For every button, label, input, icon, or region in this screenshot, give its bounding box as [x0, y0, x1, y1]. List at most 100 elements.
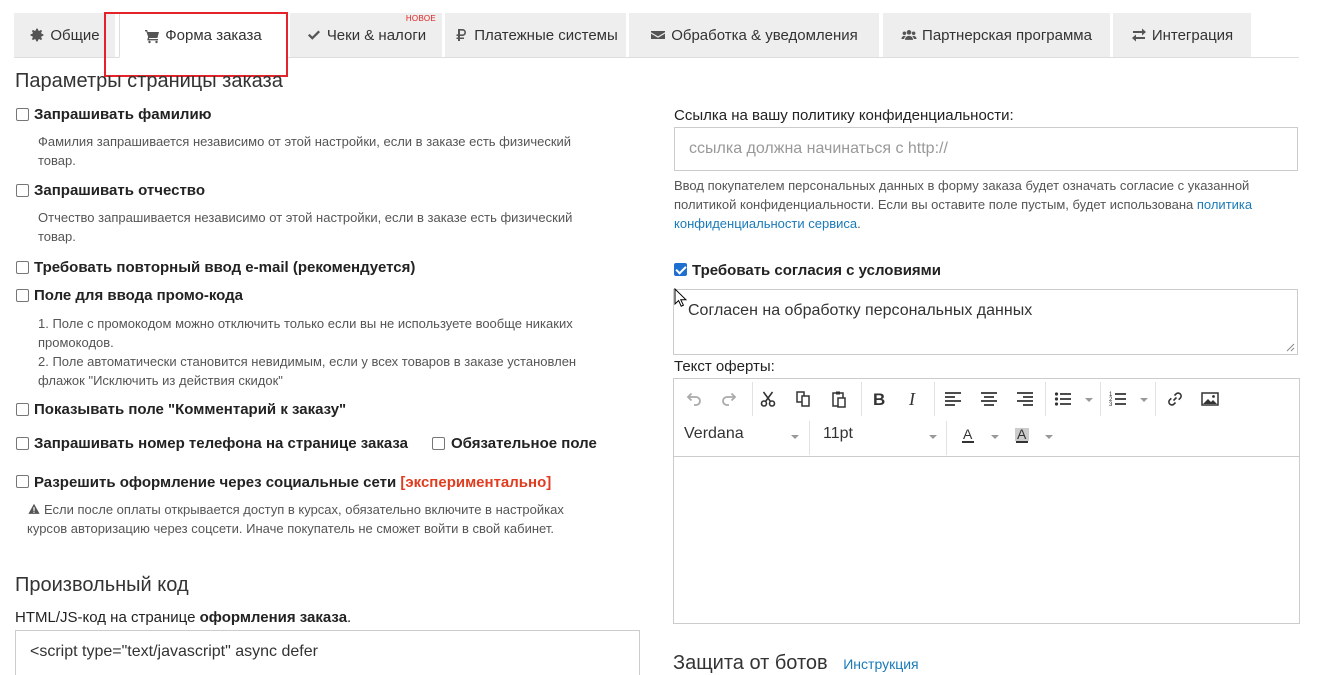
help-promo-code: 1. Поле с промокодом можно отключить тол… [38, 314, 638, 390]
numbered-list-icon[interactable]: 123 [1105, 386, 1131, 412]
font-family-dropdown-icon[interactable] [791, 435, 799, 439]
desc-suffix: . [347, 609, 352, 626]
custom-code-description: HTML/JS-код на странице оформления заказ… [15, 609, 351, 626]
help-line: 1. Поле с промокодом можно отключить тол… [38, 316, 573, 331]
toolbar-separator [934, 382, 935, 416]
help-request-surname: Фамилия запрашивается независимо от этой… [38, 132, 638, 170]
desc-bold: оформления заказа [199, 609, 348, 626]
privacy-policy-label: Ссылка на вашу политику конфиденциальнос… [674, 107, 1014, 124]
exchange-icon [1131, 28, 1146, 42]
redo-icon[interactable] [716, 386, 742, 412]
font-size-dropdown-icon[interactable] [929, 435, 937, 439]
custom-code-textarea[interactable]: <script type="text/javascript" async def… [15, 630, 640, 675]
resize-handle-icon[interactable] [1286, 343, 1295, 352]
ruble-icon [456, 29, 467, 41]
service-privacy-link[interactable]: политика [1197, 197, 1252, 212]
help-text: Если после оплаты открывается доступ в к… [44, 502, 564, 517]
editor-toolbar: B I 123 Verdana 11pt A A [674, 379, 1299, 457]
link-icon[interactable] [1162, 386, 1188, 412]
toolbar-separator [1100, 382, 1101, 416]
editor-content-area[interactable] [674, 457, 1299, 623]
font-family-select[interactable]: Verdana [684, 425, 744, 447]
privacy-policy-field[interactable] [674, 127, 1298, 171]
tab-label: Обработка & уведомления [671, 26, 858, 44]
background-color-dropdown-icon[interactable] [1045, 435, 1053, 439]
tab-payment-systems[interactable]: Платежные системы [445, 13, 626, 57]
svg-text:B: B [873, 390, 885, 409]
copy-icon[interactable] [790, 386, 816, 412]
font-size-select[interactable]: 11pt [823, 425, 853, 447]
font-color-dropdown-icon[interactable] [991, 435, 999, 439]
tab-partner-program[interactable]: Партнерская программа [883, 13, 1110, 57]
svg-text:A: A [963, 426, 973, 442]
desc-prefix: HTML/JS-код на странице [15, 609, 200, 626]
tab-general[interactable]: Общие [14, 13, 115, 57]
image-icon[interactable] [1197, 386, 1223, 412]
undo-icon[interactable] [681, 386, 707, 412]
numbered-list-dropdown-icon[interactable] [1140, 398, 1148, 402]
align-right-icon[interactable] [1012, 386, 1038, 412]
consent-text-field[interactable]: Согласен на обработку персональных данны… [673, 289, 1298, 355]
check-icon [307, 30, 320, 40]
toolbar-separator [752, 382, 753, 416]
checkbox-order-comment[interactable] [16, 403, 29, 416]
section-title-custom-code: Произвольный код [15, 574, 189, 596]
toolbar-separator [1155, 382, 1156, 416]
tab-label: Платежные системы [474, 26, 618, 44]
help-line: 2. Поле автоматически становится невидим… [38, 354, 577, 369]
italic-icon[interactable]: I [900, 386, 926, 412]
label-phone-required: Обязательное поле [451, 435, 597, 452]
experimental-tag: [экспериментально] [400, 474, 552, 491]
tab-label: Чеки & налоги [326, 26, 427, 44]
font-size-value: 11pt [823, 425, 853, 442]
tab-receipts-taxes[interactable]: НОВОЕ Чеки & налоги [290, 13, 442, 57]
label-require-consent: Требовать согласия с условиями [692, 262, 941, 279]
bot-instructions-link[interactable]: Инструкция [843, 656, 918, 672]
tab-order-form[interactable]: Форма заказа [119, 13, 287, 58]
checkbox-request-surname[interactable] [16, 108, 29, 121]
section-title-order-page: Параметры страницы заказа [15, 70, 283, 92]
toolbar-separator [809, 421, 810, 455]
tab-label: Партнерская программа [922, 26, 1092, 44]
social-login-text: Разрешить оформление через социальные се… [34, 474, 397, 491]
help-line: Ввод покупателем персональных данных в ф… [674, 178, 1250, 193]
bullet-list-dropdown-icon[interactable] [1085, 398, 1093, 402]
bot-protection-title-text: Защита от ботов [673, 652, 828, 674]
tab-processing-notifications[interactable]: Обработка & уведомления [629, 13, 879, 57]
help-line: товар. [38, 229, 76, 244]
checkbox-phone-required[interactable] [432, 437, 445, 450]
toolbar-separator [946, 421, 947, 455]
align-center-icon[interactable] [976, 386, 1002, 412]
offer-rich-text-editor: B I 123 Verdana 11pt A A [673, 378, 1300, 624]
consent-text-value: Согласен на обработку персональных данны… [688, 302, 1033, 319]
help-line: политикой конфиденциальности. Если вы ос… [674, 195, 1304, 214]
checkbox-social-login[interactable] [16, 475, 29, 488]
service-privacy-link-cont[interactable]: конфиденциальности сервиса [674, 216, 857, 231]
help-request-patronymic: Отчество запрашивается независимо от это… [38, 208, 638, 246]
checkbox-repeat-email[interactable] [16, 261, 29, 274]
paste-icon[interactable] [826, 386, 852, 412]
help-line: товар. [38, 153, 76, 168]
privacy-policy-help: Ввод покупателем персональных данных в ф… [674, 176, 1304, 233]
checkbox-promo-code[interactable] [16, 289, 29, 302]
users-icon [901, 30, 917, 40]
help-line: конфиденциальности сервиса. [674, 214, 1304, 233]
svg-text:3: 3 [1109, 402, 1113, 408]
bot-protection-title: Защита от ботов Инструкция [673, 652, 919, 675]
settings-tabs: Общие Форма заказа НОВОЕ Чеки & налоги П… [14, 13, 1299, 58]
checkbox-request-phone[interactable] [16, 437, 29, 450]
cut-icon[interactable] [755, 386, 781, 412]
tab-integration[interactable]: Интеграция [1113, 13, 1251, 57]
font-color-icon[interactable]: A [955, 423, 981, 449]
new-badge: НОВОЕ [405, 14, 436, 23]
bullet-list-icon[interactable] [1050, 386, 1076, 412]
checkbox-require-consent[interactable] [674, 263, 687, 276]
warning-icon [28, 503, 40, 514]
background-color-icon[interactable]: A [1009, 423, 1035, 449]
bold-icon[interactable]: B [865, 386, 891, 412]
help-line: промокодов. [38, 335, 114, 350]
align-left-icon[interactable] [940, 386, 966, 412]
label-order-comment: Показывать поле "Комментарий к заказу" [34, 401, 347, 418]
privacy-policy-input[interactable] [675, 128, 1297, 170]
checkbox-request-patronymic[interactable] [16, 184, 29, 197]
